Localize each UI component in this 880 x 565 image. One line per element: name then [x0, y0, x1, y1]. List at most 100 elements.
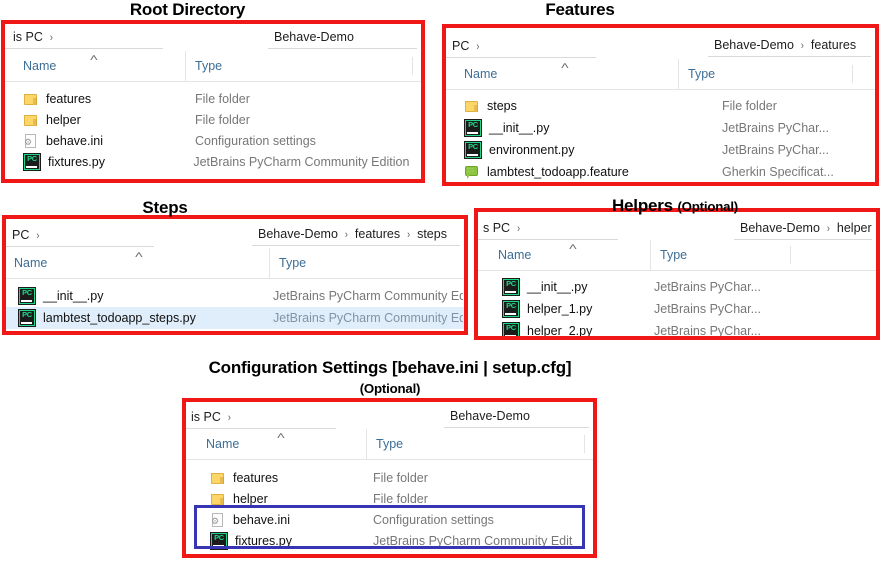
- sort-ascending-caret-icon: ˄: [89, 53, 99, 64]
- table-row[interactable]: ⚙ behave.ini Configuration settings: [5, 130, 421, 151]
- column-header-row: ˄ Name Type: [5, 51, 421, 82]
- breadcrumb-item[interactable]: features: [355, 227, 400, 241]
- row-name-cell: steps: [446, 98, 722, 114]
- explorer-window-configuration-settings: is PC › Behave-Demo ˄ Name Type features: [182, 398, 597, 558]
- table-row[interactable]: PC __init__.py JetBrains PyCharm Communi…: [6, 285, 464, 307]
- table-row[interactable]: ::: lambtest_todoapp.feature Gherkin Spe…: [446, 161, 875, 182]
- breadcrumb-this-pc[interactable]: is PC: [191, 410, 221, 424]
- column-header-type-label: Type: [376, 437, 404, 451]
- breadcrumb-item[interactable]: helper: [837, 221, 872, 235]
- column-header-type[interactable]: Type: [185, 51, 410, 81]
- row-type-cell: JetBrains PyCharm Community Ed: [273, 289, 463, 303]
- sort-ascending-caret-icon: ˄: [560, 61, 570, 72]
- row-type-cell: File folder: [373, 470, 428, 485]
- table-row[interactable]: ⚙ behave.ini Configuration settings: [186, 509, 593, 530]
- breadcrumb-right[interactable]: Behave-Demo › features: [708, 34, 871, 57]
- column-header-name[interactable]: ˄ Name: [5, 51, 185, 81]
- table-row[interactable]: PC helper_2.py JetBrains PyChar...: [478, 320, 876, 336]
- panel-title-text: Configuration Settings [behave.ini | set…: [208, 358, 572, 377]
- breadcrumb-right[interactable]: Behave-Demo › helper: [734, 217, 872, 240]
- file-name: helper_1.py: [527, 302, 593, 316]
- breadcrumb-bar: s PC › Behave-Demo › helper: [478, 212, 876, 240]
- column-header-type[interactable]: Type: [678, 59, 838, 89]
- pycharm-icon: PC: [464, 119, 482, 137]
- row-type-cell: JetBrains PyChar...: [654, 302, 761, 316]
- chevron-right-icon: ›: [36, 228, 40, 242]
- column-header-name[interactable]: ˄ Name: [446, 59, 678, 89]
- explorer-window-root-directory: is PC › Behave-Demo ˄ Name Type features: [1, 20, 425, 183]
- table-row[interactable]: PC __init__.py JetBrains PyChar...: [446, 117, 875, 139]
- row-name-cell: PC lambtest_todoapp_steps.py: [6, 309, 273, 327]
- breadcrumb-item[interactable]: Behave-Demo: [450, 409, 530, 423]
- breadcrumb-right[interactable]: Behave-Demo: [268, 26, 417, 49]
- panel-title-text: Features: [545, 0, 615, 19]
- table-row[interactable]: PC fixtures.py JetBrains PyCharm Communi…: [186, 530, 593, 551]
- breadcrumb-item[interactable]: Behave-Demo: [258, 227, 338, 241]
- breadcrumb-item[interactable]: Behave-Demo: [714, 38, 794, 52]
- column-header-type-label: Type: [660, 248, 688, 262]
- file-name: helper: [233, 491, 268, 506]
- table-row[interactable]: features File folder: [5, 88, 421, 109]
- table-row[interactable]: PC fixtures.py JetBrains PyCharm Communi…: [5, 151, 421, 172]
- column-header-name[interactable]: ˄ Name: [6, 248, 269, 278]
- row-type-cell: Configuration settings: [373, 512, 494, 527]
- chevron-right-icon: ›: [476, 39, 480, 53]
- breadcrumb-right[interactable]: Behave-Demo: [444, 405, 589, 428]
- breadcrumb-right[interactable]: Behave-Demo › features › steps: [252, 223, 460, 246]
- breadcrumb-left[interactable]: PC ›: [6, 224, 154, 247]
- breadcrumb-this-pc[interactable]: is PC: [13, 30, 43, 44]
- row-type-cell: JetBrains PyChar...: [722, 143, 829, 157]
- panel-title-features: Features: [440, 0, 720, 20]
- breadcrumb-bar: is PC › Behave-Demo: [5, 24, 421, 51]
- table-row[interactable]: PC lambtest_todoapp_steps.py JetBrains P…: [6, 307, 464, 329]
- sort-ascending-caret-icon: ˄: [134, 250, 144, 261]
- row-name-cell: helper: [5, 112, 185, 128]
- column-header-type-label: Type: [279, 256, 307, 270]
- file-list: features File folder helper File folder …: [5, 82, 421, 172]
- file-name: __init__.py: [489, 121, 550, 135]
- folder-icon: [464, 98, 480, 114]
- row-type-cell: JetBrains PyCharm Community Edition: [373, 533, 573, 548]
- breadcrumb-left[interactable]: is PC ›: [5, 26, 163, 49]
- breadcrumb-bar: is PC › Behave-Demo: [186, 402, 593, 429]
- folder-icon: [210, 491, 226, 507]
- pycharm-icon: PC: [502, 278, 520, 296]
- folder-icon: [210, 470, 226, 486]
- breadcrumb-item[interactable]: Behave-Demo: [274, 30, 354, 44]
- column-header-type[interactable]: Type: [650, 240, 770, 270]
- column-divider: [790, 246, 791, 264]
- panel-title-helpers: Helpers (Optional): [470, 196, 880, 216]
- table-row[interactable]: helper File folder: [5, 109, 421, 130]
- chevron-right-icon: ›: [826, 221, 830, 235]
- breadcrumb-left[interactable]: s PC ›: [478, 217, 618, 240]
- pycharm-icon: PC: [502, 300, 520, 318]
- column-header-type[interactable]: Type: [269, 248, 449, 278]
- breadcrumb-left[interactable]: is PC ›: [186, 406, 336, 429]
- table-row[interactable]: PC environment.py JetBrains PyChar...: [446, 139, 875, 161]
- breadcrumb-item[interactable]: features: [811, 38, 856, 52]
- column-divider: [412, 57, 413, 75]
- row-type-cell: Configuration settings: [195, 133, 316, 148]
- breadcrumb-left[interactable]: PC ›: [446, 35, 596, 58]
- breadcrumb-this-pc[interactable]: PC: [452, 39, 469, 53]
- column-header-name[interactable]: ˄ Name: [478, 240, 650, 270]
- table-row[interactable]: PC helper_1.py JetBrains PyChar...: [478, 298, 876, 320]
- column-header-type[interactable]: Type: [366, 429, 571, 459]
- chevron-right-icon: ›: [227, 410, 231, 423]
- breadcrumb-bar: PC › Behave-Demo › features: [446, 28, 875, 59]
- breadcrumb-item[interactable]: steps: [417, 227, 447, 241]
- row-name-cell: PC helper_2.py: [478, 322, 654, 336]
- file-name: helper: [46, 112, 81, 127]
- table-row[interactable]: features File folder: [186, 467, 593, 488]
- ini-file-icon: ⚙: [23, 133, 39, 149]
- column-divider: [852, 65, 853, 83]
- table-row[interactable]: PC __init__.py JetBrains PyChar...: [478, 276, 876, 298]
- breadcrumb-this-pc[interactable]: s PC: [483, 221, 510, 235]
- ini-file-icon: ⚙: [210, 512, 226, 528]
- table-row[interactable]: helper File folder: [186, 488, 593, 509]
- table-row[interactable]: steps File folder: [446, 95, 875, 117]
- breadcrumb-this-pc[interactable]: PC: [12, 228, 29, 242]
- breadcrumb-item[interactable]: Behave-Demo: [740, 221, 820, 235]
- file-name: fixtures.py: [235, 533, 292, 548]
- column-header-name[interactable]: ˄ Name: [186, 429, 366, 459]
